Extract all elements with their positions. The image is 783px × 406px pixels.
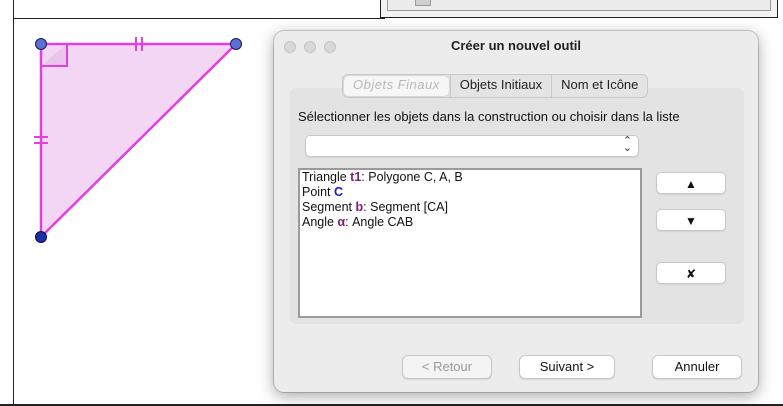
list-item-definition: : Polygone C, A, B [361,170,463,184]
dialog-tabs: Objets Finaux Objets Initiaux Nom et Icô… [342,74,649,98]
list-item-type: Angle [302,215,338,229]
dialog-titlebar[interactable]: Créer un nouvel outil [274,31,758,61]
create-tool-dialog: Créer un nouvel outil Sélectionner les o… [274,31,758,392]
next-button[interactable]: Suivant > [519,355,615,379]
list-item-type: Point [302,185,334,199]
point-a[interactable] [35,38,47,50]
list-item-name: α [337,215,346,229]
chevron-up-down-icon: ⌃ ⌄ [622,135,632,154]
point-b[interactable] [230,38,242,50]
list-item[interactable]: Segment b: Segment [CA] [300,200,640,215]
cancel-button[interactable]: Annuler [652,355,742,379]
remove-item-button[interactable]: ✘ [656,262,726,284]
tab-name-and-icon[interactable]: Nom et Icône [551,75,647,97]
list-item-definition: : Angle CAB [345,215,414,229]
dialog-title: Créer un nouvel outil [450,38,581,53]
list-item[interactable]: Angle α: Angle CAB [300,215,640,230]
list-item-type: Segment [302,200,356,214]
list-item[interactable]: Point C [300,185,640,200]
back-button[interactable]: < Retour [402,355,492,379]
instruction-text: Sélectionner les objets dans la construc… [298,109,680,124]
list-item-definition: : Segment [CA] [363,200,448,214]
final-objects-list[interactable]: Triangle t1: Polygone C, A, B Point C Se… [298,168,642,318]
triangle-t1[interactable] [39,42,240,240]
point-c[interactable] [35,231,47,243]
list-item-name: C [333,185,343,199]
move-down-button[interactable]: ▼ [656,209,726,231]
tab-final-objects[interactable]: Objets Finaux [344,76,449,96]
tab-initial-objects[interactable]: Objets Initiaux [449,75,551,97]
list-item-type: Triangle [302,170,351,184]
list-item[interactable]: Triangle t1: Polygone C, A, B [300,170,640,185]
move-up-button[interactable]: ▲ [656,172,726,194]
list-item-name: t1 [350,170,362,184]
tab-content-panel: Sélectionner les objets dans la construc… [290,88,744,324]
list-item-name: b [355,200,364,214]
object-select-combobox[interactable]: ⌃ ⌄ [305,135,639,157]
